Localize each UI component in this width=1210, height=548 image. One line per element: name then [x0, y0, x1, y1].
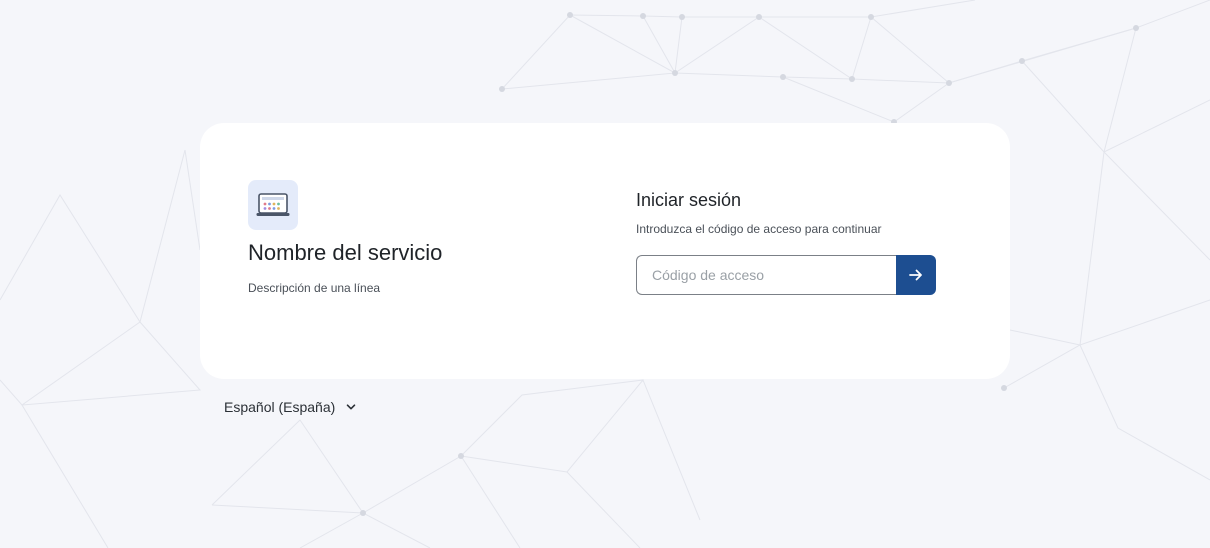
submit-button[interactable] [896, 255, 936, 295]
login-card: Nombre del servicio Descripción de una l… [200, 123, 1010, 379]
signin-title: Iniciar sesión [636, 190, 742, 210]
access-code-input[interactable] [636, 255, 896, 295]
service-description: Descripción de una línea [248, 281, 381, 295]
arrow-right-icon [909, 269, 922, 281]
language-label: Español (España) [224, 399, 336, 415]
service-name: Nombre del servicio [248, 240, 443, 265]
access-code-form [636, 255, 936, 295]
signin-subtitle: Introduzca el código de acceso para cont… [636, 222, 882, 236]
laptop-app-icon [256, 193, 290, 216]
language-selector[interactable]: Español (España) [224, 397, 357, 417]
chevron-down-icon [346, 404, 356, 410]
service-logo [248, 180, 298, 230]
